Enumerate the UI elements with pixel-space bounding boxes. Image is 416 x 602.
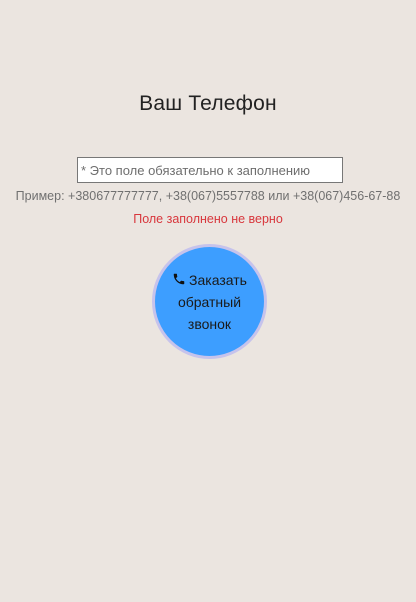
order-callback-button[interactable]: Заказать обратный звонок bbox=[152, 244, 267, 359]
phone-input[interactable] bbox=[77, 157, 343, 183]
validation-error: Поле заполнено не верно bbox=[133, 212, 283, 226]
phone-format-hint: Пример: +380677777777, +38(067)5557788 и… bbox=[15, 189, 401, 203]
page-title: Ваш Телефон bbox=[139, 92, 277, 115]
callback-button-label: Заказать обратный звонок bbox=[177, 271, 247, 332]
phone-icon bbox=[172, 272, 186, 286]
button-content: Заказать обратный звонок bbox=[168, 269, 252, 335]
